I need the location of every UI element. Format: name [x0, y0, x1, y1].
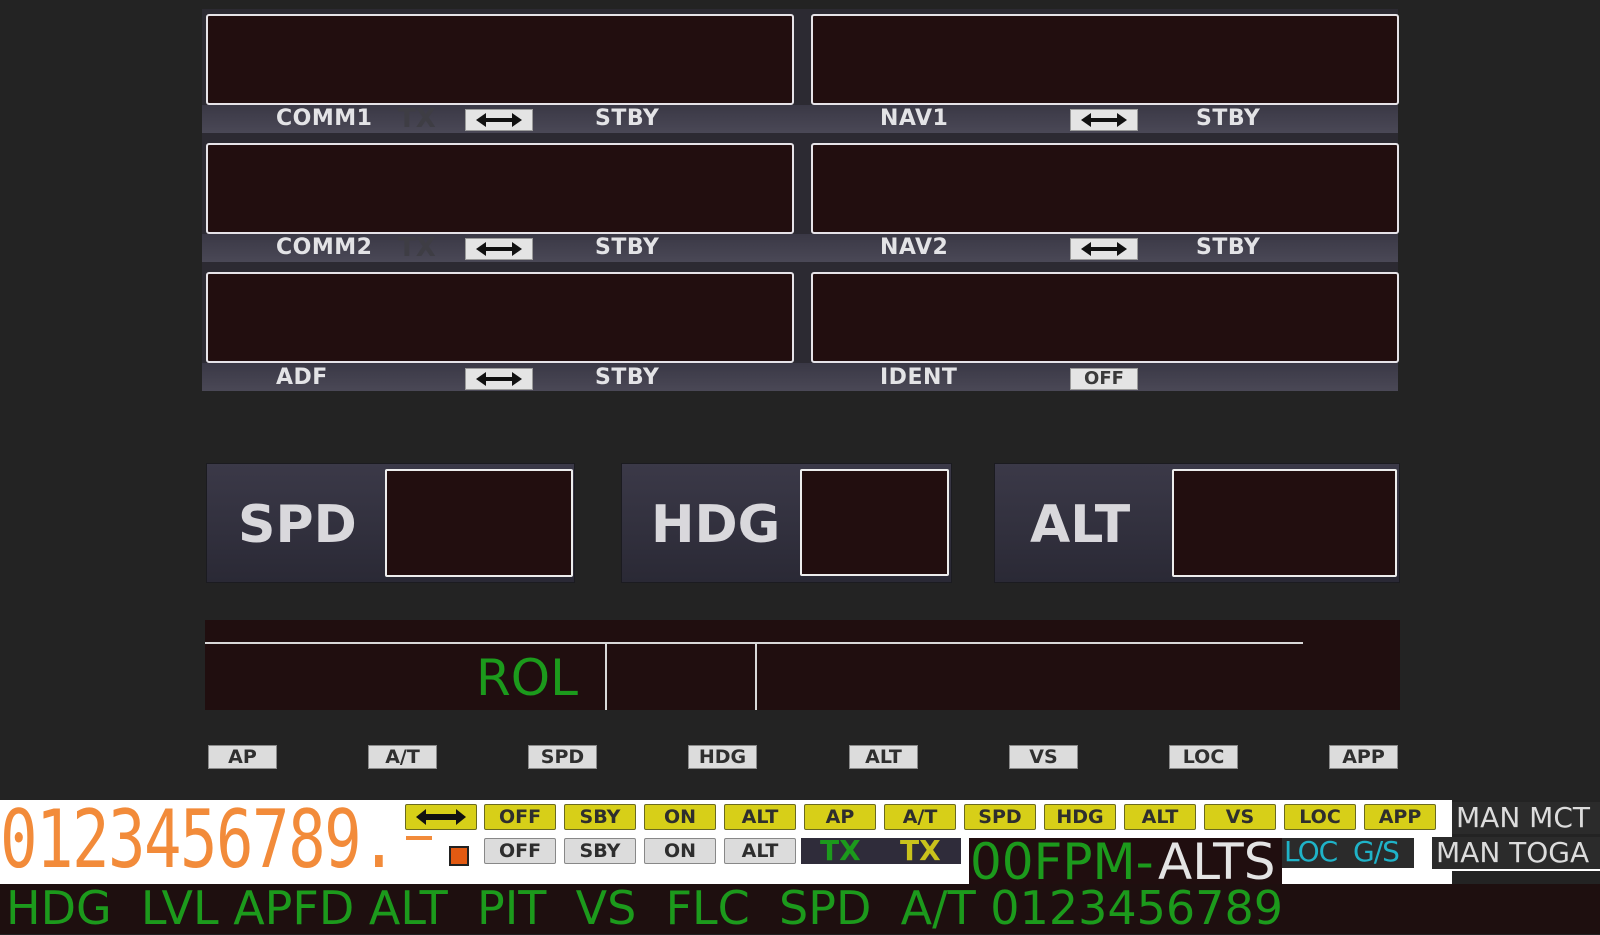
sprite-swap-button[interactable] — [405, 804, 477, 830]
sprite-at-button[interactable]: A/T — [884, 804, 956, 830]
alt-display[interactable] — [1172, 469, 1397, 577]
spd-annunciator-button[interactable]: SPD — [528, 745, 597, 769]
swap-arrows-icon — [476, 372, 522, 386]
adf-swap-button[interactable] — [465, 368, 533, 390]
adf-label: ADF — [276, 365, 328, 390]
fma-top-line — [205, 642, 1303, 644]
nav2-stby-label: STBY — [1196, 235, 1261, 260]
sprite-alt2-button[interactable]: ALT — [1124, 804, 1196, 830]
sprite-sby-gray-button[interactable]: SBY — [564, 838, 636, 864]
sprite-off-button[interactable]: OFF — [484, 804, 556, 830]
hdg-label: HDG — [651, 495, 781, 555]
tx-green-indicator: TX — [820, 834, 861, 867]
comm2-swap-button[interactable] — [465, 238, 533, 260]
swap-arrows-icon — [416, 809, 466, 825]
nav1-display — [811, 14, 1399, 105]
swap-arrows-icon — [476, 242, 522, 256]
ident-label: IDENT — [880, 365, 958, 390]
comm1-swap-button[interactable] — [465, 109, 533, 131]
minus-segment — [406, 836, 432, 840]
alt-label: ALT — [1030, 495, 1131, 555]
comm1-display — [206, 14, 794, 105]
comm2-stby-label: STBY — [595, 235, 660, 260]
comm2-display — [206, 143, 794, 234]
sprite-on-button[interactable]: ON — [644, 804, 716, 830]
tx-yellow-indicator: TX — [900, 834, 941, 867]
swap-arrows-icon — [476, 113, 522, 127]
sprite-hdg-button[interactable]: HDG — [1044, 804, 1116, 830]
comm2-tx-indicator: TX — [398, 233, 436, 263]
segment-digits: 0123456789. — [0, 793, 398, 886]
sprite-off-gray-button[interactable]: OFF — [484, 838, 556, 864]
adf-display — [206, 272, 794, 363]
comm1-label: COMM1 — [276, 106, 373, 131]
fma-divider-1 — [605, 644, 607, 710]
at-annunciator-button[interactable]: A/T — [368, 745, 437, 769]
loc-readout: LOC — [1284, 835, 1338, 868]
sprite-alt-button[interactable]: ALT — [724, 804, 796, 830]
ap-annunciator-button[interactable]: AP — [208, 745, 277, 769]
loc-annunciator-button[interactable]: LOC — [1169, 745, 1238, 769]
man-toga-label: MAN TOGA — [1432, 837, 1600, 869]
sprite-sby-button[interactable]: SBY — [564, 804, 636, 830]
gs-readout: G/S — [1353, 835, 1400, 868]
hdg-annunciator-button[interactable]: HDG — [688, 745, 757, 769]
sprite-loc-button[interactable]: LOC — [1284, 804, 1356, 830]
comm1-tx-indicator: TX — [398, 104, 436, 134]
alt-annunciator-button[interactable]: ALT — [849, 745, 918, 769]
nav1-label: NAV1 — [880, 106, 949, 131]
nav1-swap-button[interactable] — [1070, 109, 1138, 131]
nav1-stby-label: STBY — [1196, 106, 1261, 131]
nav2-swap-button[interactable] — [1070, 238, 1138, 260]
app-annunciator-button[interactable]: APP — [1329, 745, 1398, 769]
sprite-app-button[interactable]: APP — [1364, 804, 1436, 830]
comm2-label: COMM2 — [276, 235, 373, 260]
orange-indicator-square — [449, 846, 469, 866]
sprite-spd-button[interactable]: SPD — [964, 804, 1036, 830]
adf-stby-label: STBY — [595, 365, 660, 390]
sprite-ap-button[interactable]: AP — [804, 804, 876, 830]
sprite-vs-button[interactable]: VS — [1204, 804, 1276, 830]
radio-row3-strip — [202, 363, 1398, 391]
vs-annunciator-button[interactable]: VS — [1009, 745, 1078, 769]
mode-text-strip: HDG LVL APFD ALT PIT VS FLC SPD A/T 0123… — [6, 881, 1283, 935]
man-mct-label: MAN MCT — [1452, 802, 1600, 834]
hdg-display[interactable] — [800, 469, 949, 576]
swap-arrows-icon — [1081, 113, 1127, 127]
ident-display — [811, 272, 1399, 363]
comm1-stby-label: STBY — [595, 106, 660, 131]
sprite-on-gray-button[interactable]: ON — [644, 838, 716, 864]
nav2-display — [811, 143, 1399, 234]
ident-off-button[interactable]: OFF — [1070, 368, 1138, 390]
spd-label: SPD — [238, 495, 357, 555]
fma-divider-2 — [755, 644, 757, 710]
spd-display[interactable] — [385, 469, 573, 577]
fma-lateral-mode: ROL — [476, 649, 578, 707]
flight-mode-annunciator — [205, 620, 1400, 710]
swap-arrows-icon — [1081, 242, 1127, 256]
sprite-alt-gray-button[interactable]: ALT — [724, 838, 796, 864]
nav2-label: NAV2 — [880, 235, 949, 260]
